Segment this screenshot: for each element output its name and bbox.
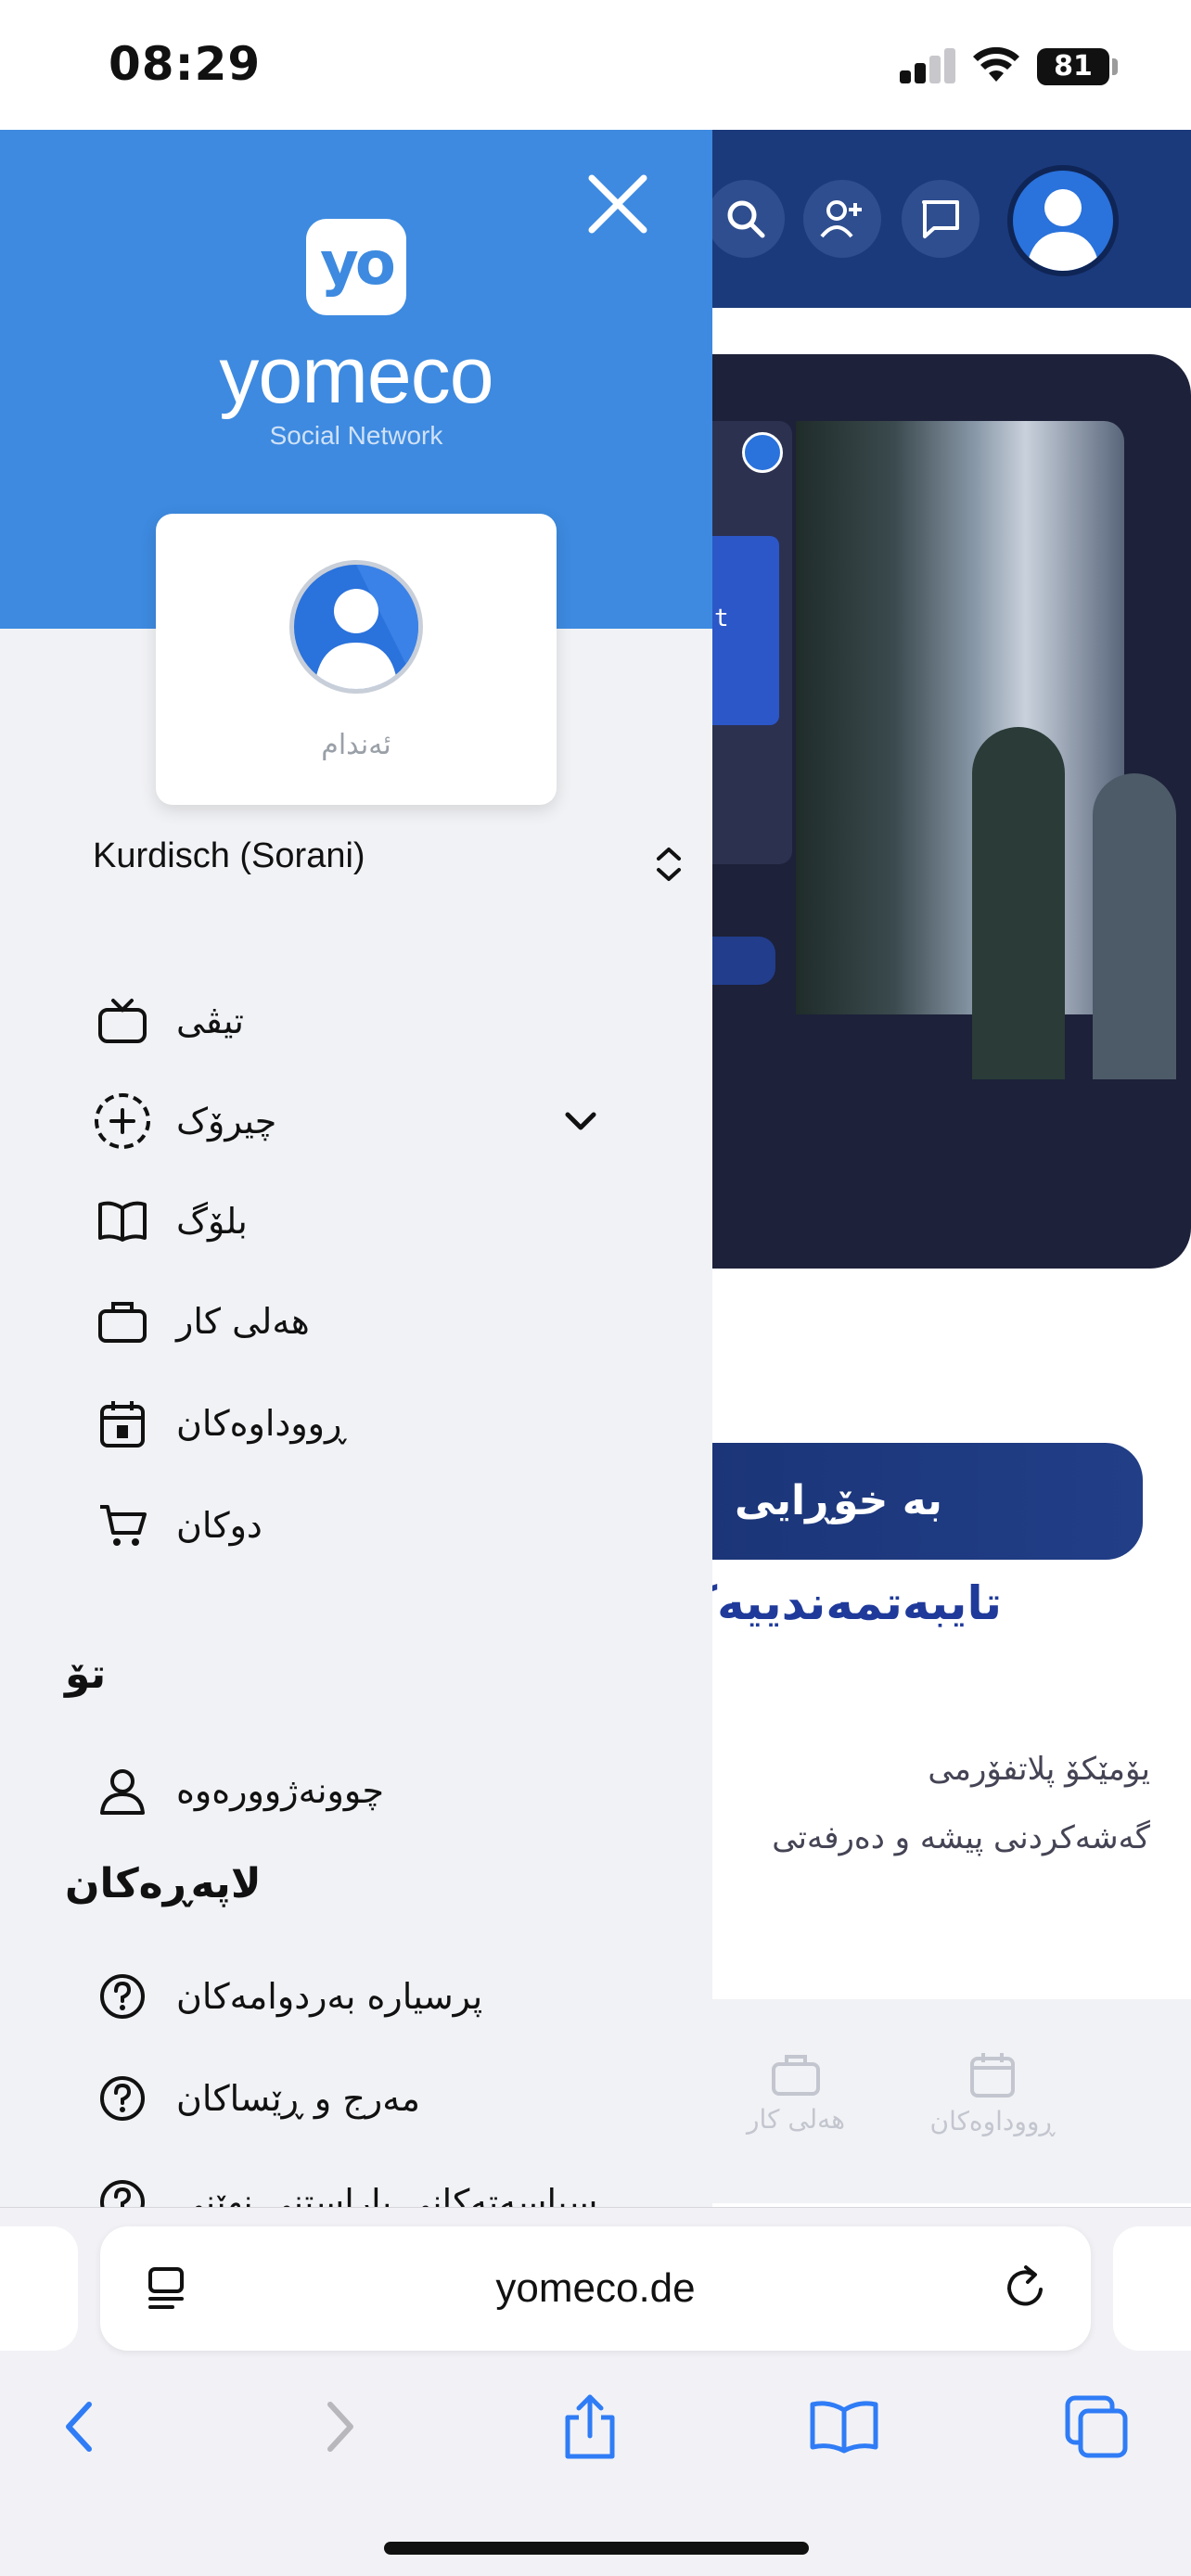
app-logo: yo — [306, 219, 406, 315]
menu-item-faq[interactable]: پرسیارە بەردوامەکان — [80, 1955, 636, 2038]
add-friend-button[interactable] — [803, 180, 881, 258]
address-bar[interactable]: yomeco.de — [100, 2226, 1091, 2351]
menu-item-label: سیاسەتەکانی پاراستنی نهێنی — [176, 2182, 598, 2207]
menu-item-tv[interactable]: تیڤی — [80, 979, 636, 1063]
chevron-right-icon — [327, 2402, 353, 2452]
header-avatar[interactable] — [1007, 165, 1119, 276]
briefcase-icon — [772, 2055, 820, 2096]
language-select[interactable]: Kurdisch (Sorani) — [93, 836, 365, 876]
back-button[interactable] — [33, 2380, 126, 2473]
photo-person — [1093, 773, 1176, 1079]
battery-indicator: 81 — [1037, 48, 1109, 85]
chevron-down-icon[interactable] — [562, 1107, 599, 1135]
status-time: 08:29 — [109, 37, 262, 91]
tv-icon — [98, 999, 147, 1043]
cart-icon — [100, 1505, 147, 1546]
wifi-icon — [973, 46, 1019, 82]
search-icon — [727, 200, 765, 238]
hero-mockup-avatar — [742, 432, 783, 473]
browser-toolbar: yomeco.de — [0, 2207, 1191, 2576]
menu-item-terms[interactable]: مەرج و ڕێساکان — [80, 2057, 636, 2140]
bookmarks-button[interactable] — [798, 2380, 890, 2473]
menu-item-shop[interactable]: دوکان — [80, 1484, 636, 1567]
menu-item-label: بلۆگ — [176, 1201, 248, 1242]
section-heading-you: تۆ — [65, 1651, 107, 1698]
close-icon[interactable] — [581, 167, 655, 241]
book-icon — [810, 2401, 878, 2454]
calendar-icon — [970, 2053, 1015, 2098]
chevron-up-down-icon[interactable] — [653, 844, 685, 885]
tab-label: هەلی کار — [747, 2104, 845, 2135]
url-text: yomeco.de — [495, 2265, 696, 2311]
battery-nub — [1112, 58, 1118, 75]
status-bar: 08:29 81 — [0, 0, 1191, 130]
features-text-line: یۆمێکۆ پلاتفۆرمی — [928, 1751, 1150, 1788]
previous-tab-preview[interactable] — [0, 2226, 78, 2351]
photo-person — [972, 727, 1065, 1079]
tabs-button[interactable] — [1050, 2380, 1143, 2473]
hero-mockup-text: t — [714, 605, 729, 632]
briefcase-icon — [98, 1302, 147, 1343]
tab-label: ڕووداوەکان — [929, 2106, 1056, 2136]
tabs-icon — [1065, 2395, 1128, 2458]
user-icon — [100, 1769, 145, 1815]
menu-item-label: هەلی کار — [176, 1301, 310, 1342]
menu-item-events[interactable]: ڕووداوەکان — [80, 1382, 636, 1465]
user-plus-icon — [820, 200, 862, 238]
share-button[interactable] — [544, 2380, 636, 2473]
menu-item-label: تیڤی — [176, 1001, 244, 1041]
avatar-silhouette-icon — [314, 565, 418, 689]
menu-item-jobs[interactable]: هەلی کار — [80, 1280, 636, 1363]
menu-item-blog[interactable]: بلۆگ — [80, 1180, 636, 1263]
features-title: تایبەتمەندییەکان — [686, 1576, 1002, 1630]
forward-button[interactable] — [293, 2380, 386, 2473]
help-circle-icon — [100, 2076, 145, 2121]
side-drawer: yo yomeco Social Network ئەندام Kurdisch… — [0, 130, 712, 2207]
brand-tagline: Social Network — [269, 421, 443, 450]
calendar-icon — [100, 1401, 145, 1447]
chat-icon — [922, 200, 959, 238]
bottom-tabbar: هەلی کار ڕووداوەکان — [712, 1999, 1191, 2203]
chevron-left-icon — [66, 2402, 92, 2452]
avatar — [289, 560, 423, 694]
home-indicator — [384, 2542, 809, 2555]
story-add-icon — [95, 1093, 150, 1149]
menu-item-stories[interactable]: چیرۆک — [80, 1079, 636, 1163]
section-heading-pages: لاپەڕەکان — [65, 1860, 262, 1907]
menu-item-label: دوکان — [176, 1505, 263, 1546]
search-button[interactable] — [707, 180, 785, 258]
avatar-silhouette-icon — [1026, 189, 1100, 271]
messages-button[interactable] — [902, 180, 980, 258]
reload-icon[interactable] — [1000, 2264, 1050, 2314]
profile-card[interactable]: ئەندام — [156, 514, 557, 805]
help-circle-icon — [100, 2180, 145, 2207]
next-tab-preview[interactable] — [1113, 2226, 1191, 2351]
menu-item-label: مەرج و ڕێساکان — [176, 2078, 420, 2119]
features-text-line: گەشەکردنی پیشە و دەرفەتی — [772, 1819, 1150, 1856]
tab-jobs[interactable]: هەلی کار — [712, 2051, 879, 2135]
menu-item-label: چیرۆک — [176, 1101, 277, 1141]
tab-events[interactable]: ڕووداوەکان — [909, 2051, 1076, 2136]
menu-item-label: پرسیارە بەردوامەکان — [176, 1976, 483, 2017]
share-icon — [565, 2394, 615, 2459]
help-circle-icon — [100, 1974, 145, 2019]
cellular-signal-icon — [900, 48, 957, 83]
hero-photo — [796, 421, 1176, 1079]
profile-role: ئەندام — [321, 729, 391, 761]
menu-item-privacy[interactable]: سیاسەتەکانی پاراستنی نهێنی — [80, 2161, 636, 2207]
hero-banner: t — [649, 354, 1191, 1269]
signup-cta-button[interactable]: بە خۆڕایی — [705, 1443, 1143, 1560]
menu-item-login[interactable]: چوونەژوورەوە — [80, 1749, 636, 1832]
book-icon — [98, 1201, 147, 1242]
menu-item-label: چوونەژوورەوە — [176, 1770, 384, 1811]
menu-item-label: ڕووداوەکان — [176, 1403, 347, 1444]
brand-name: yomeco — [219, 331, 493, 420]
hero-mockup-button — [712, 937, 775, 985]
